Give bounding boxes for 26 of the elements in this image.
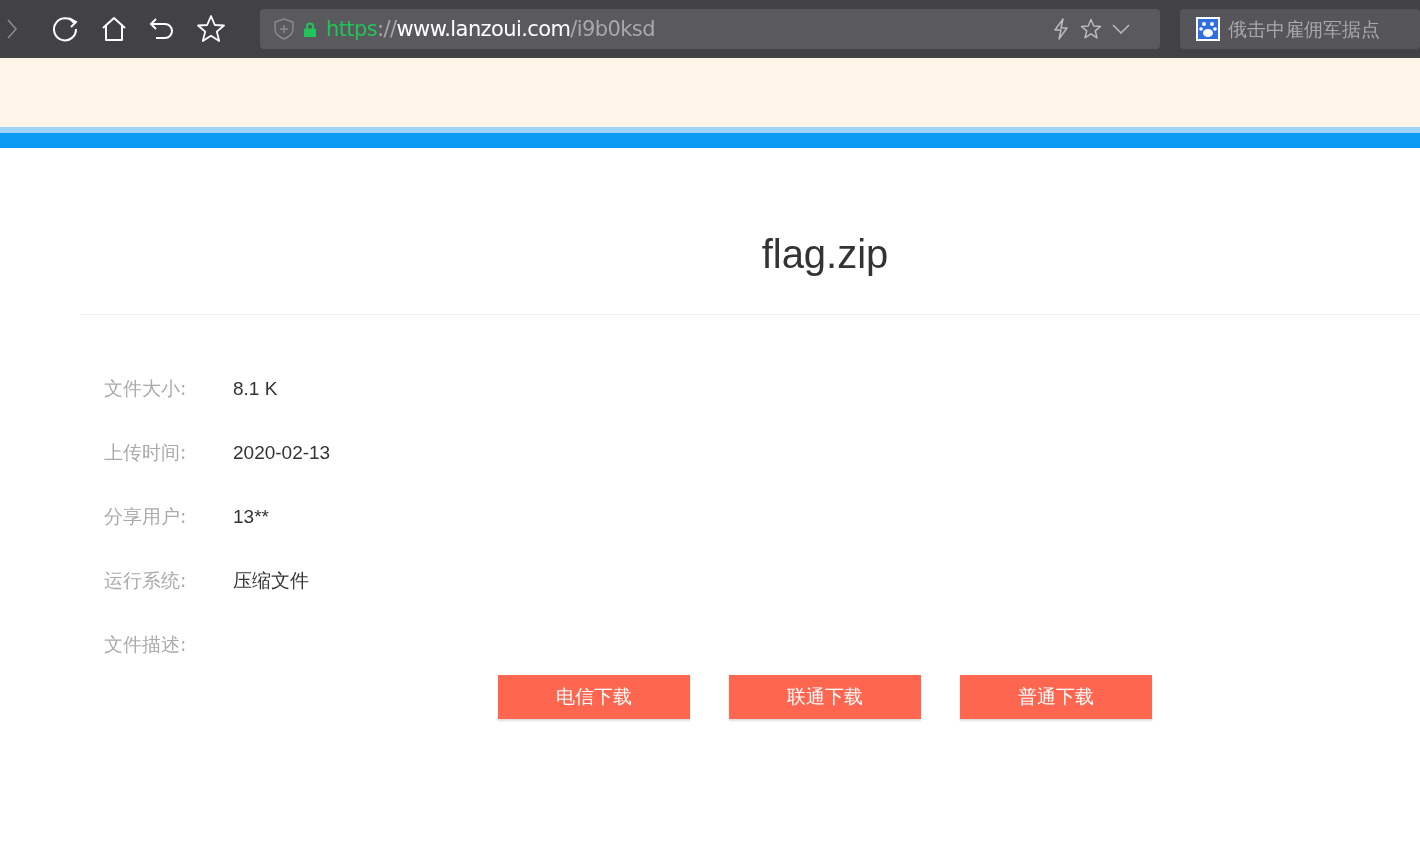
detail-label: 分享用户: [104,504,188,529]
url-text: https://www.lanzoui.com/i9b0ksd [326,17,655,41]
forward-icon[interactable] [6,18,18,40]
undo-icon[interactable] [148,16,176,42]
file-title: flag.zip [760,231,890,278]
detail-value: 压缩文件 [233,569,309,593]
star-icon[interactable] [1080,18,1102,40]
detail-label: 文件大小: [104,376,188,401]
download-button[interactable]: 联通下载 [729,675,921,719]
shield-icon [274,18,294,40]
search-field[interactable]: 俄击中雇佣军据点 [1180,9,1420,49]
address-bar[interactable]: https://www.lanzoui.com/i9b0ksd [260,9,1160,49]
lock-icon [304,21,316,37]
detail-value: 8.1 K [233,378,278,400]
download-button[interactable]: 普通下载 [960,675,1152,719]
home-icon[interactable] [100,15,128,43]
detail-label: 运行系统: [104,568,188,593]
detail-value: 13** [233,506,269,528]
reload-icon[interactable] [50,14,80,44]
detail-label: 文件描述: [104,632,188,657]
download-button[interactable]: 电信下载 [498,675,690,719]
lightning-icon[interactable] [1052,18,1070,40]
detail-value: 2020-02-13 [233,442,331,464]
detail-label: 上传时间: [104,440,188,465]
chevron-down-icon[interactable] [1112,24,1130,34]
star-icon[interactable] [196,14,226,44]
